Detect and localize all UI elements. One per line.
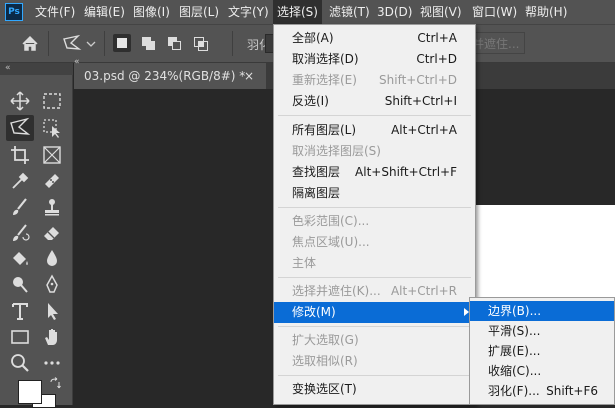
menu-item-transform-selection[interactable]: 变换选区(T) xyxy=(274,379,475,400)
menu-filter[interactable]: 滤镜(T) xyxy=(329,0,370,24)
submenu-item-expand[interactable]: 扩展(E)... xyxy=(470,341,614,361)
menu-item-modify[interactable]: 修改(M) xyxy=(274,302,475,323)
menu-item-select-and-mask[interactable]: 选择并遮住(K)... Alt+Ctrl+R xyxy=(274,281,475,302)
spot-healing-icon[interactable] xyxy=(40,169,64,193)
photoshop-logo: Ps xyxy=(5,3,23,21)
menu-item-inverse[interactable]: 反选(I) Shift+Ctrl+I xyxy=(274,91,475,112)
select-menu-dropdown: 全部(A) Ctrl+A 取消选择(D) Ctrl+D 重新选择(E) Shif… xyxy=(273,24,476,405)
new-selection-icon xyxy=(117,38,127,48)
submenu-item-border[interactable]: 边界(B)... xyxy=(470,301,614,321)
menu-separator xyxy=(278,115,471,116)
menu-3d[interactable]: 3D(D) xyxy=(377,0,412,24)
menu-separator xyxy=(278,277,471,278)
paint-bucket-icon[interactable] xyxy=(8,247,32,271)
frame-icon[interactable] xyxy=(40,143,64,167)
menu-image[interactable]: 图像(I) xyxy=(133,0,170,24)
clone-stamp-icon[interactable] xyxy=(40,195,64,219)
menu-bar: Ps 文件(F) 编辑(E) 图像(I) 图层(L) 文字(Y) 选择(S) 滤… xyxy=(0,0,615,25)
modify-submenu: 边界(B)... 平滑(S)... 扩展(E)... 收缩(C)... 羽化(F… xyxy=(469,297,615,405)
menu-item-deselect[interactable]: 取消选择(D) Ctrl+D xyxy=(274,49,475,70)
eraser-icon[interactable] xyxy=(40,221,64,245)
menu-edit[interactable]: 编辑(E) xyxy=(84,0,125,24)
menu-item-subject[interactable]: 主体 xyxy=(274,253,475,274)
tools-panel: « xyxy=(0,63,73,405)
crop-icon[interactable] xyxy=(8,143,32,167)
menu-item-all[interactable]: 全部(A) Ctrl+A xyxy=(274,28,475,49)
object-selection-icon[interactable] xyxy=(40,116,64,140)
home-icon[interactable] xyxy=(18,32,42,56)
menu-type[interactable]: 文字(Y) xyxy=(228,0,269,24)
toolbar-collapse-button[interactable]: « xyxy=(0,63,73,75)
menu-layer[interactable]: 图层(L) xyxy=(179,0,219,24)
hand-icon[interactable] xyxy=(40,325,64,349)
new-selection-button[interactable] xyxy=(113,34,131,52)
foreground-color-swatch[interactable] xyxy=(18,380,42,404)
panel-collapse-icon[interactable]: « xyxy=(74,58,94,67)
rectangle-icon[interactable] xyxy=(8,325,32,349)
menu-item-similar[interactable]: 选取相似(R) xyxy=(274,351,475,372)
menu-item-all-layers[interactable]: 所有图层(L) Alt+Ctrl+A xyxy=(274,120,475,141)
menu-separator xyxy=(278,207,471,208)
menu-view[interactable]: 视图(V) xyxy=(420,0,462,24)
menu-separator xyxy=(278,326,471,327)
document-tab-title: 03.psd @ 234%(RGB/8#) * xyxy=(84,69,246,83)
menu-window[interactable]: 窗口(W) xyxy=(472,0,517,24)
dodge-icon[interactable] xyxy=(8,273,32,297)
history-brush-icon[interactable] xyxy=(8,221,32,245)
subtract-from-selection-button[interactable] xyxy=(166,34,184,52)
blur-icon[interactable] xyxy=(40,247,64,271)
polygonal-lasso-preset-icon[interactable] xyxy=(60,32,84,56)
chevron-down-icon[interactable] xyxy=(84,32,98,56)
type-icon[interactable] xyxy=(8,299,32,323)
swap-colors-icon[interactable] xyxy=(48,377,62,391)
rectangular-marquee-icon[interactable] xyxy=(40,89,64,113)
menu-select[interactable]: 选择(S) xyxy=(273,0,322,24)
menu-item-color-range[interactable]: 色彩范围(C)... xyxy=(274,211,475,232)
document-tab[interactable]: 03.psd @ 234%(RGB/8#) * × xyxy=(74,63,266,89)
polygonal-lasso-icon[interactable] xyxy=(6,115,34,141)
submenu-item-smooth[interactable]: 平滑(S)... xyxy=(470,321,614,341)
submenu-item-feather[interactable]: 羽化(F)... Shift+F6 xyxy=(470,381,614,401)
zoom-icon[interactable] xyxy=(8,351,32,375)
menu-item-grow[interactable]: 扩大选取(G) xyxy=(274,330,475,351)
menu-separator xyxy=(278,375,471,376)
menu-item-find-layers[interactable]: 查找图层 Alt+Shift+Ctrl+F xyxy=(274,162,475,183)
path-selection-icon[interactable] xyxy=(40,299,64,323)
move-tool-icon[interactable] xyxy=(8,89,32,113)
menu-help[interactable]: 帮助(H) xyxy=(525,0,567,24)
intersect-selection-button[interactable] xyxy=(192,34,210,52)
menu-item-focus-area[interactable]: 焦点区域(U)... xyxy=(274,232,475,253)
add-to-selection-button[interactable] xyxy=(140,34,158,52)
menu-item-isolate-layers[interactable]: 隔离图层 xyxy=(274,183,475,204)
more-tools-icon[interactable] xyxy=(40,351,64,375)
menu-item-deselect-layers[interactable]: 取消选择图层(S) xyxy=(274,141,475,162)
pen-icon[interactable] xyxy=(40,273,64,297)
menu-file[interactable]: 文件(F) xyxy=(35,0,75,24)
eyedropper-icon[interactable] xyxy=(8,169,32,193)
submenu-item-contract[interactable]: 收缩(C)... xyxy=(470,361,614,381)
close-icon[interactable]: × xyxy=(244,63,254,89)
menu-item-reselect[interactable]: 重新选择(E) Shift+Ctrl+D xyxy=(274,70,475,91)
brush-icon[interactable] xyxy=(8,195,32,219)
